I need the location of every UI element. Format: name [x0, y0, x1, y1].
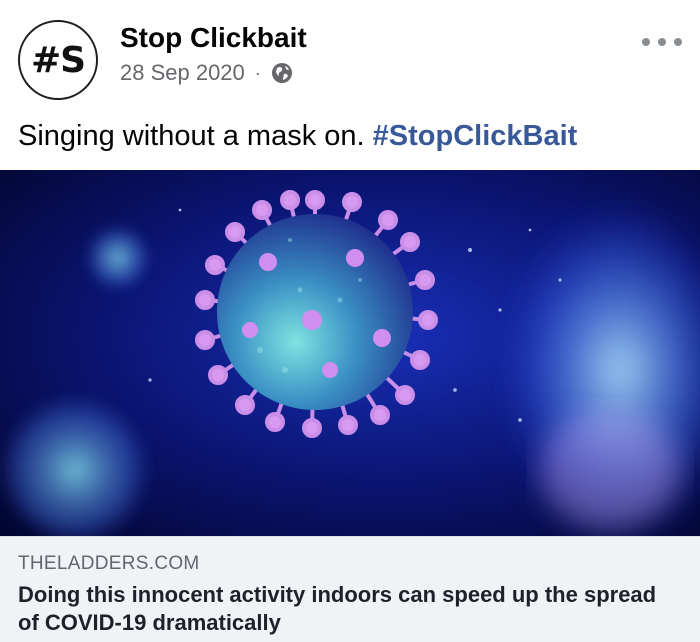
caption-text: Singing without a mask on. — [18, 120, 373, 152]
post-meta: 28 Sep 2020 · — [120, 60, 293, 86]
link-headline[interactable]: Doing this innocent activity indoors can… — [18, 581, 678, 637]
page-name[interactable]: Stop Clickbait — [120, 22, 307, 54]
link-preview-image[interactable] — [0, 170, 700, 536]
more-options-icon[interactable] — [642, 32, 682, 52]
post-header: #S Stop Clickbait 28 Sep 2020 · — [0, 0, 700, 110]
virus-image — [0, 170, 700, 536]
facebook-post: #S Stop Clickbait 28 Sep 2020 · Singing … — [0, 0, 700, 642]
avatar[interactable]: #S — [18, 20, 98, 100]
avatar-text: #S — [30, 39, 86, 81]
link-preview-footer[interactable]: THELADDERS.COM Doing this innocent activ… — [0, 536, 700, 642]
meta-separator: · — [254, 62, 261, 83]
post-date[interactable]: 28 Sep 2020 — [120, 60, 245, 86]
link-domain: THELADDERS.COM — [18, 553, 200, 574]
post-caption: Singing without a mask on. #StopClickBai… — [18, 120, 577, 153]
hashtag-link[interactable]: #StopClickBait — [373, 120, 578, 152]
globe-icon — [271, 62, 293, 84]
